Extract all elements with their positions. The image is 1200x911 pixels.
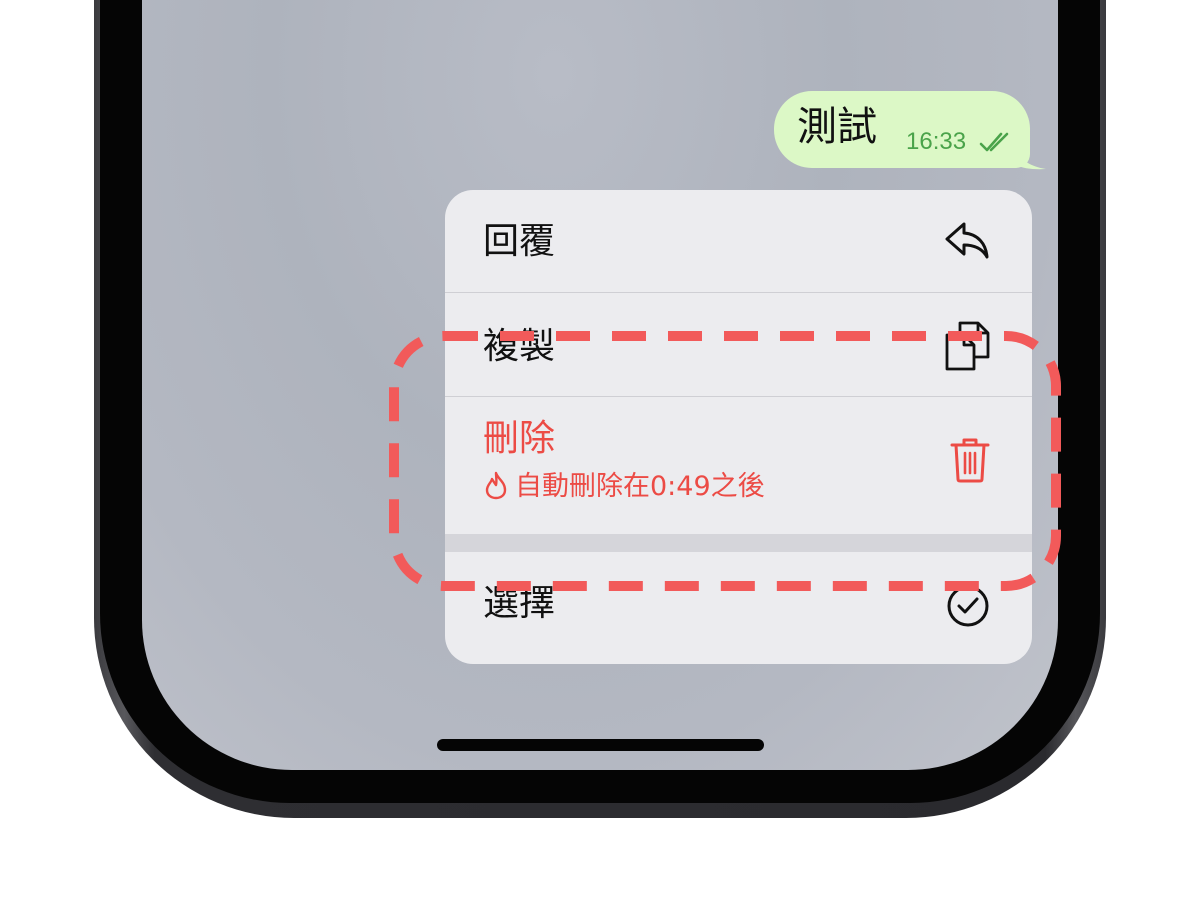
menu-item-select[interactable]: 選擇 bbox=[445, 552, 1032, 664]
menu-item-copy[interactable]: 複製 bbox=[445, 293, 1032, 397]
message-bubble[interactable]: 測試 16:33 bbox=[774, 91, 1030, 168]
menu-section-divider bbox=[445, 534, 1032, 552]
double-check-icon bbox=[979, 132, 1009, 152]
message-text: 測試 bbox=[797, 104, 877, 150]
message-time: 16:33 bbox=[906, 128, 967, 155]
copy-documents-icon bbox=[945, 321, 990, 371]
menu-item-label: 選擇 bbox=[483, 583, 556, 624]
context-menu: 回覆 複製 刪除 自動刪除在0:49之後 選擇 bbox=[445, 190, 1032, 664]
auto-delete-note: 自動刪除在0:49之後 bbox=[483, 469, 765, 505]
screenshot-stage: 測試 16:33 回覆 複製 刪除 自動刪除在0:49之後 選擇 bbox=[0, 0, 1200, 911]
check-circle-icon bbox=[947, 585, 989, 627]
flame-icon bbox=[485, 471, 507, 500]
trash-icon bbox=[950, 438, 990, 483]
home-indicator bbox=[437, 739, 764, 751]
menu-item-label: 刪除 bbox=[483, 418, 556, 459]
reply-arrow-icon bbox=[945, 222, 989, 259]
menu-item-reply[interactable]: 回覆 bbox=[445, 190, 1032, 293]
menu-item-label: 複製 bbox=[483, 326, 556, 367]
auto-delete-text: 自動刪除在0:49之後 bbox=[515, 471, 765, 502]
menu-item-label: 回覆 bbox=[483, 221, 556, 262]
menu-item-delete[interactable]: 刪除 自動刪除在0:49之後 bbox=[445, 397, 1032, 534]
